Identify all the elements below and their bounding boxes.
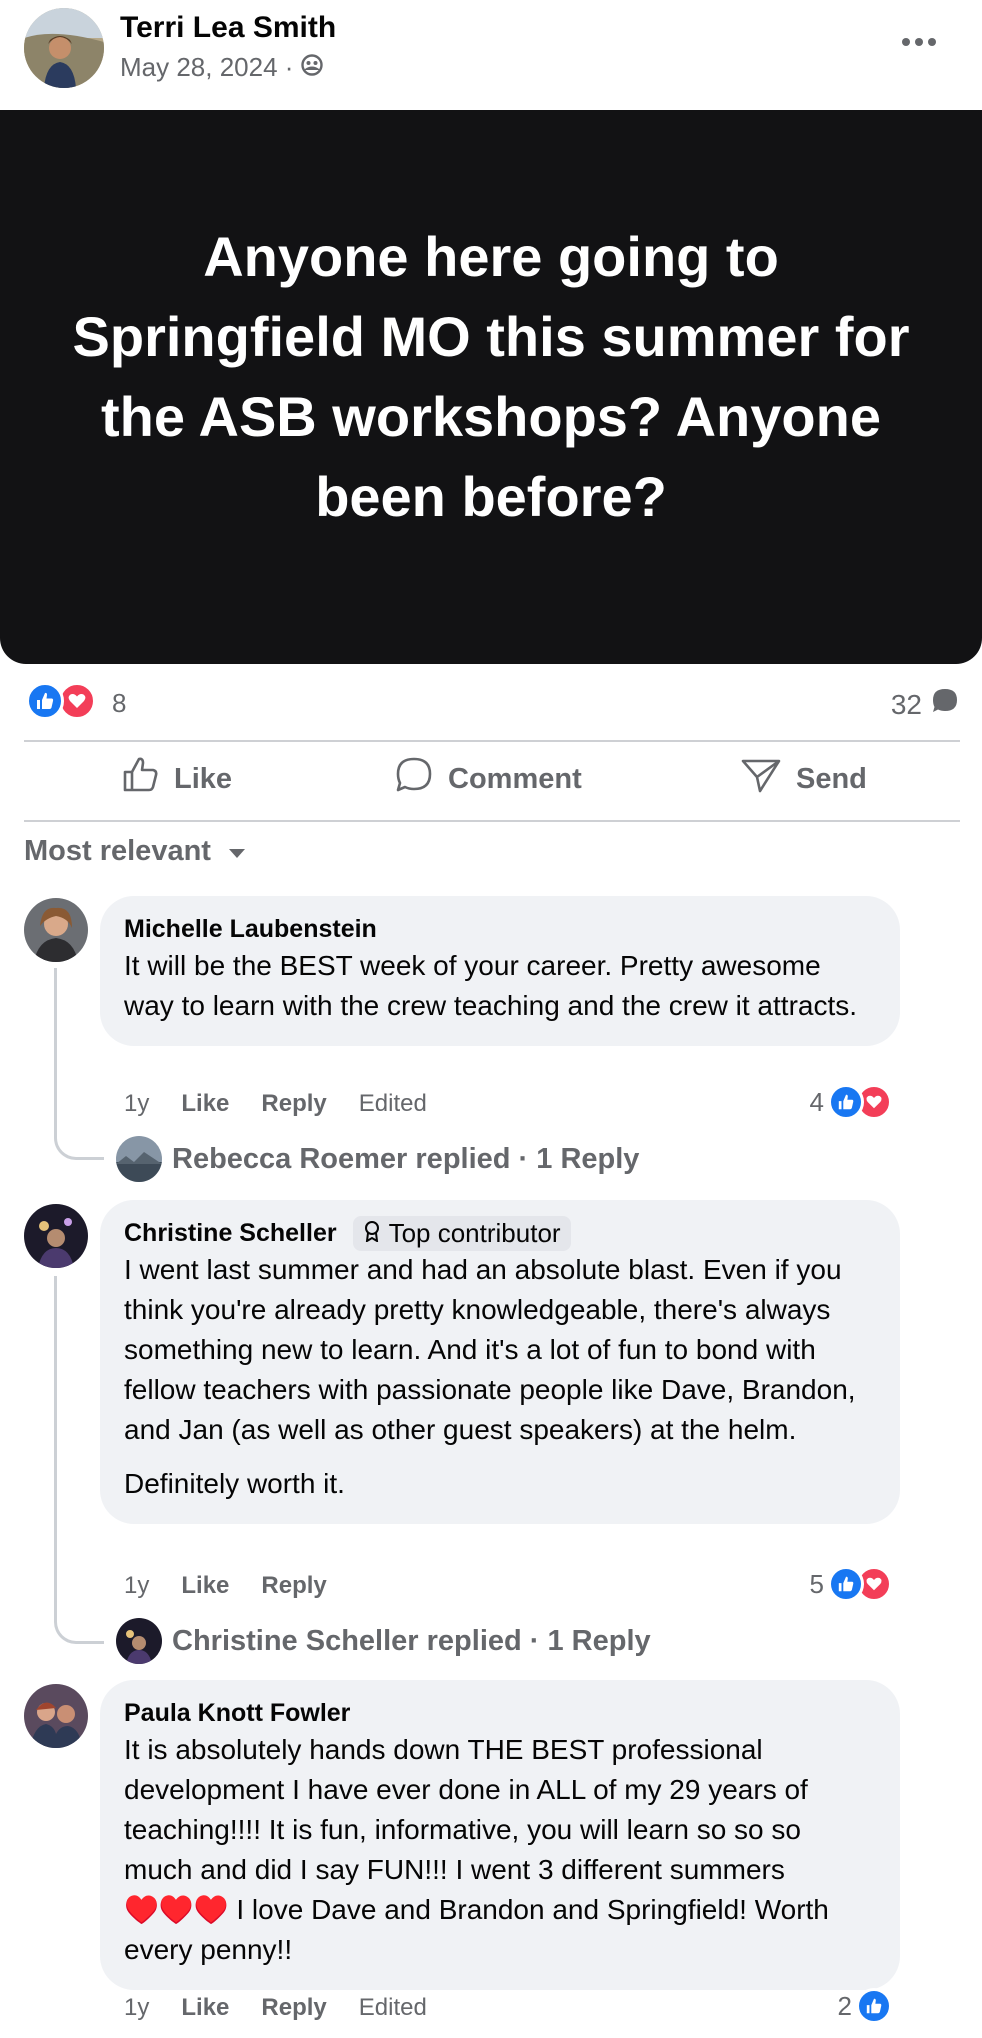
comment-button-label: Comment — [448, 762, 582, 795]
view-replies-link[interactable]: Christine Scheller replied · 1 Reply — [116, 1618, 651, 1664]
send-icon — [740, 755, 782, 803]
dot-icon — [902, 38, 910, 46]
author-avatar[interactable] — [24, 8, 104, 88]
comment-paragraph: I went last summer and had an absolute b… — [124, 1254, 856, 1445]
comment-like-button[interactable]: Like — [181, 1994, 229, 2022]
like-reaction-icon — [26, 682, 64, 720]
comment-author-name[interactable]: Michelle Laubenstein — [124, 915, 377, 944]
view-replies-link[interactable]: Rebecca Roemer replied · 1 Reply — [116, 1136, 639, 1182]
comment-author[interactable]: Paula Knott Fowler — [124, 1696, 876, 1730]
post-body: Anyone here going to Springfield MO this… — [0, 110, 982, 664]
replier-avatar — [116, 1618, 162, 1664]
action-bar: Like Comment Send — [0, 742, 982, 818]
like-button[interactable]: Like — [120, 756, 232, 802]
thumbs-up-icon — [120, 755, 160, 803]
thread-line — [54, 1276, 104, 1644]
comment-time[interactable]: 1y — [124, 1994, 149, 2022]
reactions-summary: 8 32 — [26, 680, 960, 724]
comment-reaction-count: 4 — [809, 1086, 824, 1117]
thread-line — [54, 968, 104, 1160]
reply-summary: Rebecca Roemer replied · 1 Reply — [172, 1142, 640, 1175]
group-icon — [301, 52, 324, 83]
dot-icon — [915, 38, 923, 46]
reaction-icons[interactable] — [26, 682, 96, 720]
comment-reaction-count: 5 — [809, 1568, 824, 1599]
comment-reply-button[interactable]: Reply — [261, 1090, 326, 1118]
sort-label: Most relevant — [24, 835, 211, 867]
comment-reactions[interactable]: 5 — [810, 1566, 892, 1602]
commenter-avatar[interactable] — [24, 1684, 88, 1748]
comment-author-name[interactable]: Paula Knott Fowler — [124, 1699, 350, 1728]
comment-bubble: Michelle Laubenstein It will be the BEST… — [100, 896, 900, 1046]
dot-icon — [928, 38, 936, 46]
comment-edited-label[interactable]: Edited — [359, 1994, 427, 2022]
badge-label: Top contributor — [388, 1217, 561, 1248]
send-button-label: Send — [796, 762, 867, 795]
post-header: Terri Lea Smith May 28, 2024 · — [0, 0, 982, 110]
comment-like-button[interactable]: Like — [181, 1090, 229, 1118]
comment-reactions[interactable]: 4 — [810, 1084, 892, 1120]
comment-sort-dropdown[interactable]: Most relevant — [24, 835, 247, 868]
comment-reply-button[interactable]: Reply — [261, 1572, 326, 1600]
badge-icon — [363, 1218, 381, 1249]
comment-time[interactable]: 1y — [124, 1090, 149, 1118]
comment-count[interactable]: 32 — [891, 686, 960, 723]
like-reaction-icon — [828, 1084, 864, 1120]
comment-time[interactable]: 1y — [124, 1572, 149, 1600]
reaction-count[interactable]: 8 — [112, 688, 126, 719]
comment-reaction-count: 2 — [837, 1990, 852, 2021]
post-date[interactable]: May 28, 2024 · — [120, 52, 293, 83]
comment-text: I went last summer and had an absolute b… — [124, 1250, 876, 1504]
comment-text: It will be the BEST week of your career.… — [124, 950, 858, 1021]
comment-reply-button[interactable]: Reply — [261, 1994, 326, 2022]
comment-bubble: Paula Knott Fowler It is absolutely hand… — [100, 1680, 900, 1990]
like-reaction-icon — [828, 1566, 864, 1602]
top-contributor-badge[interactable]: Top contributor — [352, 1215, 571, 1251]
comment-edited-label[interactable]: Edited — [359, 1090, 427, 1118]
comment-actions: 1y Like Reply Edited — [124, 1090, 427, 1118]
caret-down-icon — [227, 835, 247, 868]
comment-reactions[interactable]: 2 — [838, 1988, 892, 2024]
comment-author-name[interactable]: Christine Scheller — [124, 1219, 337, 1248]
comment-actions: 1y Like Reply Edited — [124, 1994, 427, 2022]
more-options-button[interactable] — [894, 24, 944, 60]
comment-author[interactable]: Christine Scheller Top contributor — [124, 1215, 876, 1251]
commenter-avatar[interactable] — [24, 1204, 88, 1268]
comment-button[interactable]: Comment — [394, 756, 582, 802]
author-name[interactable]: Terri Lea Smith — [120, 11, 336, 45]
comment-actions: 1y Like Reply — [124, 1572, 327, 1600]
divider — [24, 820, 960, 822]
comment-icon — [394, 755, 434, 803]
reply-summary: Christine Scheller replied · 1 Reply — [172, 1624, 651, 1657]
comment-author[interactable]: Michelle Laubenstein — [124, 912, 876, 946]
comment-bubble: Christine Scheller Top contributor I wen… — [100, 1200, 900, 1524]
replier-avatar — [116, 1136, 162, 1182]
commenter-avatar[interactable] — [24, 898, 88, 962]
like-button-label: Like — [174, 762, 233, 795]
send-button[interactable]: Send — [740, 756, 867, 802]
like-reaction-icon — [856, 1988, 892, 2024]
post-meta: May 28, 2024 · — [120, 52, 324, 83]
comment-paragraph: Definitely worth it. — [124, 1468, 345, 1499]
comment-text: It is absolutely hands down THE BEST pro… — [124, 1734, 829, 1965]
comment-bubble-icon — [930, 686, 960, 723]
comment-count-value: 32 — [890, 688, 922, 720]
comment-like-button[interactable]: Like — [181, 1572, 229, 1600]
post-text: Anyone here going to Springfield MO this… — [72, 225, 910, 528]
